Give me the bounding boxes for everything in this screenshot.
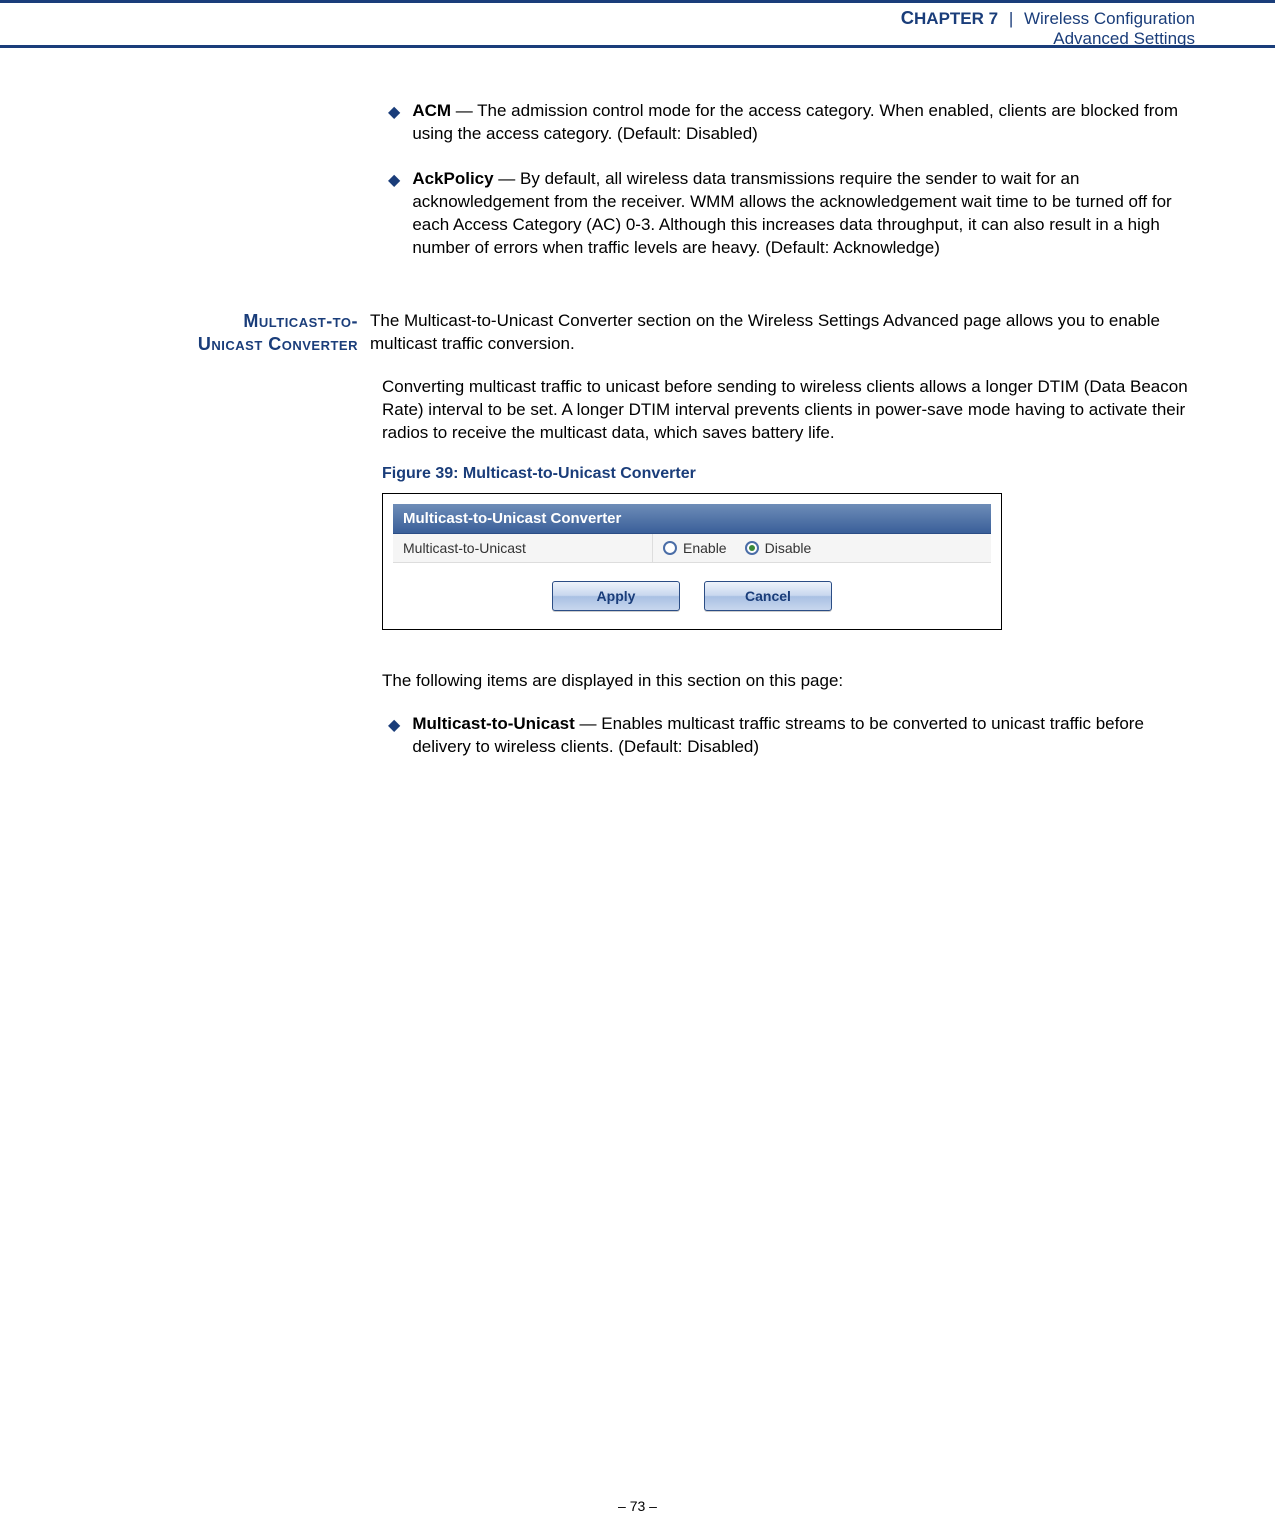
figure-caption: Figure 39: Multicast-to-Unicast Converte…: [382, 465, 1195, 483]
paragraph: The following items are displayed in thi…: [382, 670, 1195, 693]
term: ACM: [412, 101, 451, 120]
page-content: ◆ ACM — The admission control mode for t…: [0, 100, 1195, 1472]
bullet-text: ACM — The admission control mode for the…: [412, 100, 1195, 146]
desc: — The admission control mode for the acc…: [412, 101, 1178, 143]
row-label: Multicast-to-Unicast: [393, 534, 653, 562]
section-intro: The Multicast-to-Unicast Converter secti…: [370, 310, 1195, 357]
list-item: ◆ ACM — The admission control mode for t…: [388, 100, 1195, 146]
section-heading-line1: Multicast-to-: [243, 311, 358, 331]
radio-enable[interactable]: [663, 541, 677, 555]
diamond-icon: ◆: [388, 102, 400, 146]
term: Multicast-to-Unicast: [412, 714, 574, 733]
header-title-1: Wireless Configuration: [1024, 9, 1195, 28]
header-separator: |: [1009, 9, 1013, 28]
cancel-button[interactable]: Cancel: [704, 581, 832, 611]
radio-disable-label: Disable: [765, 540, 812, 556]
section-heading-line2: Unicast Converter: [198, 334, 358, 354]
panel-title: Multicast-to-Unicast Converter: [393, 504, 991, 534]
page-header: CChapter 7HAPTER 7 | Wireless Configurat…: [0, 0, 1275, 48]
section-row: Multicast-to- Unicast Converter The Mult…: [0, 310, 1195, 357]
header-title-2: Advanced Settings: [0, 29, 1195, 49]
panel-buttons: Apply Cancel: [393, 563, 991, 619]
diamond-icon: ◆: [388, 715, 400, 759]
bullet-list-top: ◆ ACM — The admission control mode for t…: [388, 100, 1195, 260]
term: AckPolicy: [412, 169, 493, 188]
diamond-icon: ◆: [388, 170, 400, 260]
bullet-list-bottom: ◆ Multicast-to-Unicast — Enables multica…: [388, 713, 1195, 759]
paragraph: Converting multicast traffic to unicast …: [382, 376, 1195, 445]
bullet-text: Multicast-to-Unicast — Enables multicast…: [412, 713, 1195, 759]
figure-box: Multicast-to-Unicast Converter Multicast…: [382, 493, 1002, 630]
panel-row: Multicast-to-Unicast Enable Disable: [393, 534, 991, 563]
list-item: ◆ AckPolicy — By default, all wireless d…: [388, 168, 1195, 260]
bullet-text: AckPolicy — By default, all wireless dat…: [412, 168, 1195, 260]
radio-enable-label: Enable: [683, 540, 727, 556]
list-item: ◆ Multicast-to-Unicast — Enables multica…: [388, 713, 1195, 759]
row-options: Enable Disable: [653, 534, 991, 562]
chapter-label: CChapter 7HAPTER 7: [901, 9, 998, 28]
radio-disable[interactable]: [745, 541, 759, 555]
apply-button[interactable]: Apply: [552, 581, 680, 611]
page-number: – 73 –: [0, 1498, 1275, 1514]
desc: — By default, all wireless data transmis…: [412, 169, 1171, 257]
section-heading: Multicast-to- Unicast Converter: [0, 310, 370, 357]
